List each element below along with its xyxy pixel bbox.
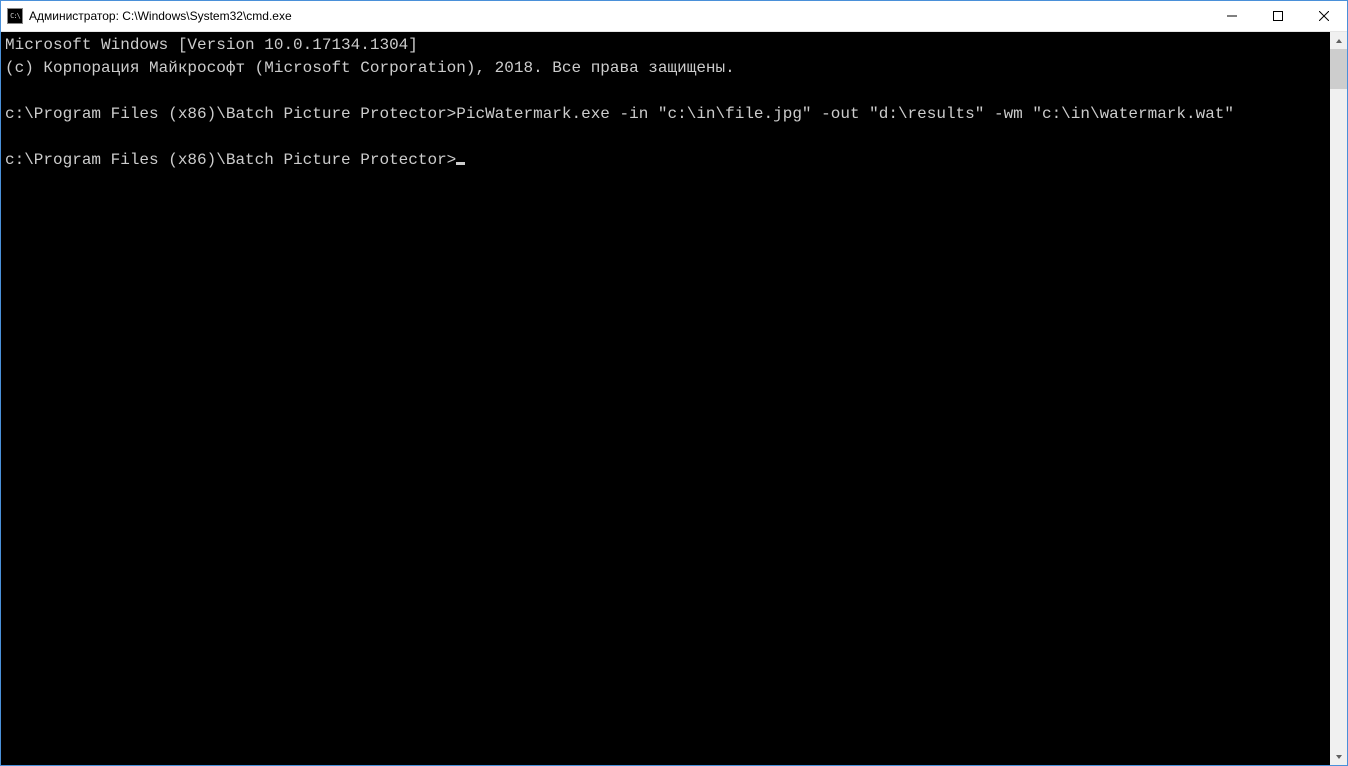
command-line: c:\Program Files (x86)\Batch Picture Pro…: [5, 105, 1234, 123]
close-icon: [1319, 11, 1329, 21]
chevron-up-icon: [1335, 37, 1343, 45]
close-button[interactable]: [1301, 1, 1347, 31]
scrollbar-track[interactable]: [1330, 49, 1347, 748]
scroll-up-button[interactable]: [1330, 32, 1347, 49]
maximize-button[interactable]: [1255, 1, 1301, 31]
scroll-down-button[interactable]: [1330, 748, 1347, 765]
chevron-down-icon: [1335, 753, 1343, 761]
version-line: Microsoft Windows [Version 10.0.17134.13…: [5, 36, 418, 54]
cursor: [456, 162, 465, 165]
maximize-icon: [1273, 11, 1283, 21]
window-controls: [1209, 1, 1347, 31]
prompt-line: c:\Program Files (x86)\Batch Picture Pro…: [5, 151, 456, 169]
cmd-window: C:\ Администратор: C:\Windows\System32\c…: [0, 0, 1348, 766]
terminal-output[interactable]: Microsoft Windows [Version 10.0.17134.13…: [1, 32, 1330, 765]
scrollbar-thumb[interactable]: [1330, 49, 1347, 89]
minimize-icon: [1227, 11, 1237, 21]
titlebar[interactable]: C:\ Администратор: C:\Windows\System32\c…: [1, 1, 1347, 32]
window-title: Администратор: C:\Windows\System32\cmd.e…: [29, 9, 1209, 23]
vertical-scrollbar[interactable]: [1330, 32, 1347, 765]
minimize-button[interactable]: [1209, 1, 1255, 31]
client-area: Microsoft Windows [Version 10.0.17134.13…: [1, 32, 1347, 765]
copyright-line: (c) Корпорация Майкрософт (Microsoft Cor…: [5, 59, 735, 77]
cmd-icon: C:\: [7, 8, 23, 24]
